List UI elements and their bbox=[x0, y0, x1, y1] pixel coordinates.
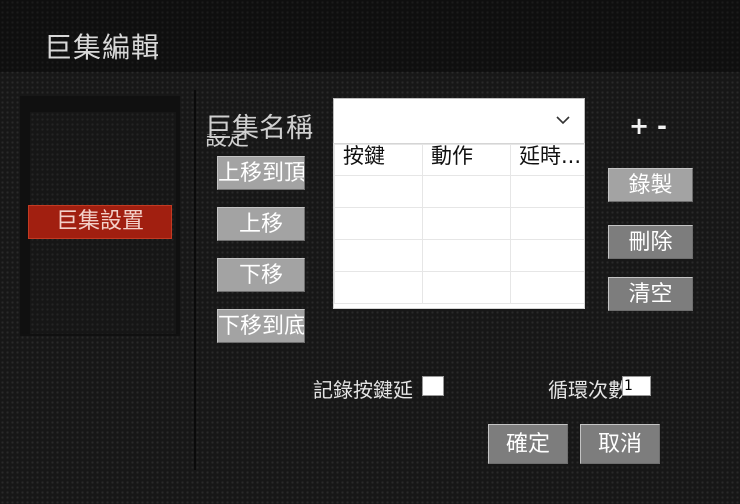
table-cell[interactable] bbox=[334, 271, 423, 304]
table-row[interactable] bbox=[334, 239, 584, 272]
clear-button[interactable]: 清空 bbox=[608, 277, 693, 311]
table-cell[interactable] bbox=[510, 239, 584, 272]
delete-button[interactable]: 刪除 bbox=[608, 225, 693, 259]
macro-name-select[interactable] bbox=[333, 98, 585, 144]
table-cell[interactable] bbox=[510, 175, 584, 208]
table-row[interactable] bbox=[334, 175, 584, 208]
remove-macro-button[interactable]: - bbox=[657, 112, 667, 140]
sidebar-item-macro-settings[interactable]: 巨集設置 bbox=[28, 205, 172, 239]
column-header-action[interactable]: 動作 bbox=[422, 144, 511, 176]
macro-name-label-overflow: 設定 bbox=[205, 134, 250, 150]
table-cell[interactable] bbox=[422, 175, 511, 208]
record-interval-label: 記錄按鍵延 bbox=[313, 378, 413, 402]
divider bbox=[194, 90, 196, 470]
column-header-key[interactable]: 按鍵 bbox=[334, 144, 423, 176]
chevron-down-icon bbox=[556, 116, 570, 125]
loop-count-label: 循環次數 bbox=[548, 378, 622, 402]
move-to-top-button[interactable]: 上移到頂 bbox=[217, 156, 305, 190]
record-interval-checkbox[interactable] bbox=[422, 376, 444, 396]
table-row[interactable] bbox=[334, 207, 584, 240]
table-cell[interactable] bbox=[422, 207, 511, 240]
table-cell[interactable] bbox=[334, 175, 423, 208]
macro-edit-window: 巨集編輯 巨集設置 巨集名稱 設定 + - 上移到頂 上移 下移 下移到底 按鍵… bbox=[0, 0, 740, 504]
move-to-bottom-button[interactable]: 下移到底 bbox=[217, 309, 305, 343]
loop-count-input[interactable]: 1 bbox=[622, 376, 651, 396]
macro-key-table[interactable]: 按鍵 動作 延時... bbox=[333, 143, 585, 309]
record-button[interactable]: 錄製 bbox=[608, 168, 693, 202]
move-up-button[interactable]: 上移 bbox=[217, 207, 305, 241]
column-header-delay[interactable]: 延時... bbox=[510, 144, 584, 176]
add-macro-button[interactable]: + bbox=[629, 112, 649, 140]
move-down-button[interactable]: 下移 bbox=[217, 258, 305, 292]
table-cell[interactable] bbox=[422, 239, 511, 272]
table-cell[interactable] bbox=[510, 207, 584, 240]
table-row[interactable] bbox=[334, 271, 584, 304]
ok-button[interactable]: 確定 bbox=[488, 424, 568, 464]
table-cell[interactable] bbox=[334, 239, 423, 272]
title-bar[interactable]: 巨集編輯 bbox=[0, 0, 740, 72]
table-cell[interactable] bbox=[510, 271, 584, 304]
table-cell[interactable] bbox=[422, 271, 511, 304]
table-header-row: 按鍵 動作 延時... bbox=[334, 144, 584, 176]
table-cell[interactable] bbox=[334, 207, 423, 240]
cancel-button[interactable]: 取消 bbox=[580, 424, 660, 464]
window-title: 巨集編輯 bbox=[44, 31, 161, 64]
